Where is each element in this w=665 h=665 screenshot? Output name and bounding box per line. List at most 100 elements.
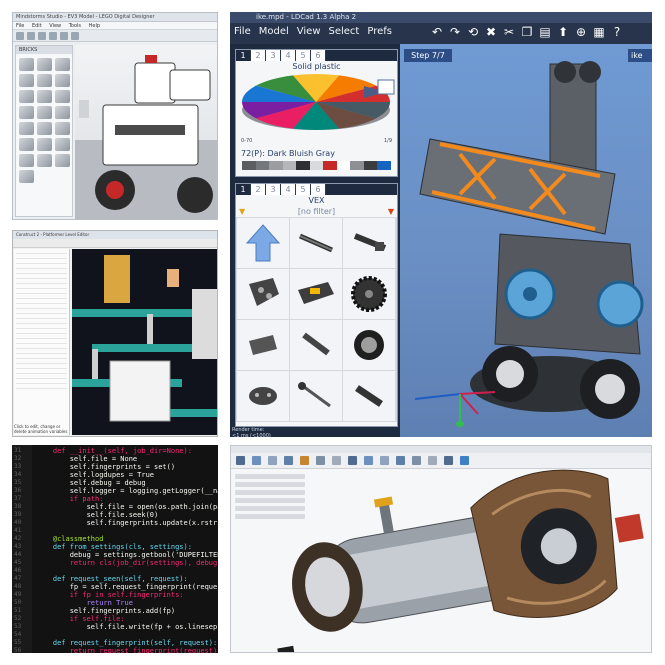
code-line[interactable]: self.file = None — [36, 455, 137, 463]
tool-icon[interactable] — [396, 456, 405, 465]
arrow-up-icon[interactable]: ⬆ — [556, 25, 570, 39]
tab-4[interactable]: 4 — [281, 50, 296, 61]
jet-engine-render[interactable] — [231, 469, 652, 653]
brick-icon[interactable] — [37, 90, 52, 103]
code-line[interactable]: self.fingerprints.add(fp) — [36, 607, 175, 615]
brick-icon[interactable] — [55, 106, 70, 119]
swatch[interactable] — [296, 161, 310, 170]
tab-2[interactable]: 2 — [251, 50, 266, 61]
menu-file[interactable]: File — [16, 23, 24, 29]
swatch[interactable] — [363, 161, 378, 170]
menu-view[interactable]: View — [49, 23, 61, 29]
swatch[interactable] — [242, 161, 256, 170]
code-line[interactable]: def request_seen(self, request): — [36, 575, 188, 583]
part-bracket-icon[interactable] — [237, 269, 289, 319]
brick-icon[interactable] — [55, 122, 70, 135]
code-line[interactable]: fp = self.request_fingerprint(request) — [36, 583, 218, 591]
tab-3[interactable]: 3 — [266, 50, 281, 61]
menu-tools[interactable]: Tools — [69, 23, 81, 29]
brick-icon[interactable] — [55, 90, 70, 103]
code-line[interactable]: return request_fingerprint(request) — [36, 647, 218, 653]
code-line[interactable]: self.fingerprints = set() — [36, 463, 175, 471]
tool-icon[interactable] — [444, 456, 453, 465]
part-axle-icon[interactable] — [290, 218, 342, 268]
brick-icon[interactable] — [19, 90, 34, 103]
part-pin-icon[interactable] — [290, 371, 342, 421]
brick-icon[interactable] — [37, 138, 52, 151]
code-line[interactable]: @classmethod — [36, 535, 104, 543]
code-line[interactable]: def __init__(self, job_dir=None): — [36, 447, 192, 455]
tool-icon[interactable] — [71, 32, 79, 40]
part-spacer-icon[interactable] — [343, 371, 395, 421]
brick-icon[interactable] — [19, 122, 34, 135]
code-line[interactable]: return cls(job_dir(settings), debug) — [36, 559, 218, 567]
swatch[interactable] — [350, 161, 364, 170]
brick-icon[interactable] — [55, 154, 70, 167]
model-viewport[interactable]: Step 7/7 ike — [400, 44, 652, 437]
cut-icon[interactable]: ✂ — [502, 25, 516, 39]
part-wheel-icon[interactable] — [343, 320, 395, 370]
tab-1[interactable]: 1 — [236, 184, 251, 195]
brick-icon[interactable] — [19, 138, 34, 151]
tab-6[interactable]: 6 — [311, 184, 326, 195]
brick-icon[interactable] — [37, 122, 52, 135]
part-connector-icon[interactable] — [290, 320, 342, 370]
part-up-arrow-icon[interactable] — [237, 218, 289, 268]
menu-select[interactable]: Select — [329, 26, 360, 37]
code-line[interactable]: self.fingerprints.update(x.rstrip() — [36, 519, 218, 527]
part-shaft-icon[interactable] — [343, 218, 395, 268]
paste-icon[interactable]: ▤ — [538, 25, 552, 39]
filter-icon[interactable]: ▼ — [239, 206, 245, 217]
menu-prefs[interactable]: Prefs — [367, 26, 392, 37]
brick-icon[interactable] — [19, 154, 34, 167]
code-line[interactable]: self.debug = debug — [36, 479, 146, 487]
swatch[interactable] — [282, 161, 297, 170]
tool-icon[interactable] — [252, 456, 261, 465]
tool-icon[interactable] — [428, 456, 437, 465]
tab-5[interactable]: 5 — [296, 50, 311, 61]
tool-icon[interactable] — [300, 456, 309, 465]
tab-1[interactable]: 1 — [236, 50, 251, 61]
code-line[interactable]: if fp in self.fingerprints: — [36, 591, 184, 599]
view-icon[interactable]: ▦ — [592, 25, 606, 39]
tool-icon[interactable] — [38, 32, 46, 40]
menu-help[interactable]: Help — [89, 23, 100, 29]
tool-icon[interactable] — [236, 456, 245, 465]
delete-icon[interactable]: ✖ — [484, 25, 498, 39]
part-plate-icon[interactable] — [290, 269, 342, 319]
part-block-icon[interactable] — [237, 371, 289, 421]
tab-3[interactable]: 3 — [266, 184, 281, 195]
tool-icon[interactable] — [348, 456, 357, 465]
brick-icon[interactable] — [19, 170, 34, 183]
brick-icon[interactable] — [37, 58, 52, 71]
menu-file[interactable]: File — [234, 26, 251, 37]
swatch[interactable] — [323, 161, 337, 170]
brick-icon[interactable] — [19, 58, 34, 71]
brick-icon[interactable] — [55, 138, 70, 151]
tool-icon[interactable] — [16, 32, 24, 40]
tab-4[interactable]: 4 — [281, 184, 296, 195]
swatch[interactable] — [377, 161, 392, 170]
swatch[interactable] — [309, 161, 324, 170]
code-line[interactable]: self.file.seek(0) — [36, 511, 159, 519]
menu-view[interactable]: View — [297, 26, 321, 37]
code-line[interactable]: self.logger = logging.getLogger(__name__… — [36, 487, 218, 495]
model-viewport[interactable] — [75, 45, 217, 219]
tool-icon[interactable] — [332, 456, 341, 465]
part-gear-icon[interactable] — [343, 269, 395, 319]
brick-icon[interactable] — [37, 106, 52, 119]
brick-icon[interactable] — [55, 74, 70, 87]
menu-edit[interactable]: Edit — [32, 23, 42, 29]
level-canvas[interactable] — [72, 249, 217, 435]
redo-icon[interactable]: ↷ — [448, 25, 462, 39]
swatch[interactable] — [255, 161, 270, 170]
undo-icon[interactable]: ↶ — [430, 25, 444, 39]
tool-icon[interactable] — [268, 456, 277, 465]
clear-filter-icon[interactable]: ▼ — [388, 206, 394, 217]
tool-icon[interactable] — [364, 456, 373, 465]
code-line[interactable]: return True — [36, 599, 133, 607]
code-line[interactable]: debug = settings.getbool('DUPEFILTER_DEB… — [36, 551, 218, 559]
tool-icon[interactable] — [49, 32, 57, 40]
tool-icon[interactable] — [380, 456, 389, 465]
menu-model[interactable]: Model — [259, 26, 289, 37]
